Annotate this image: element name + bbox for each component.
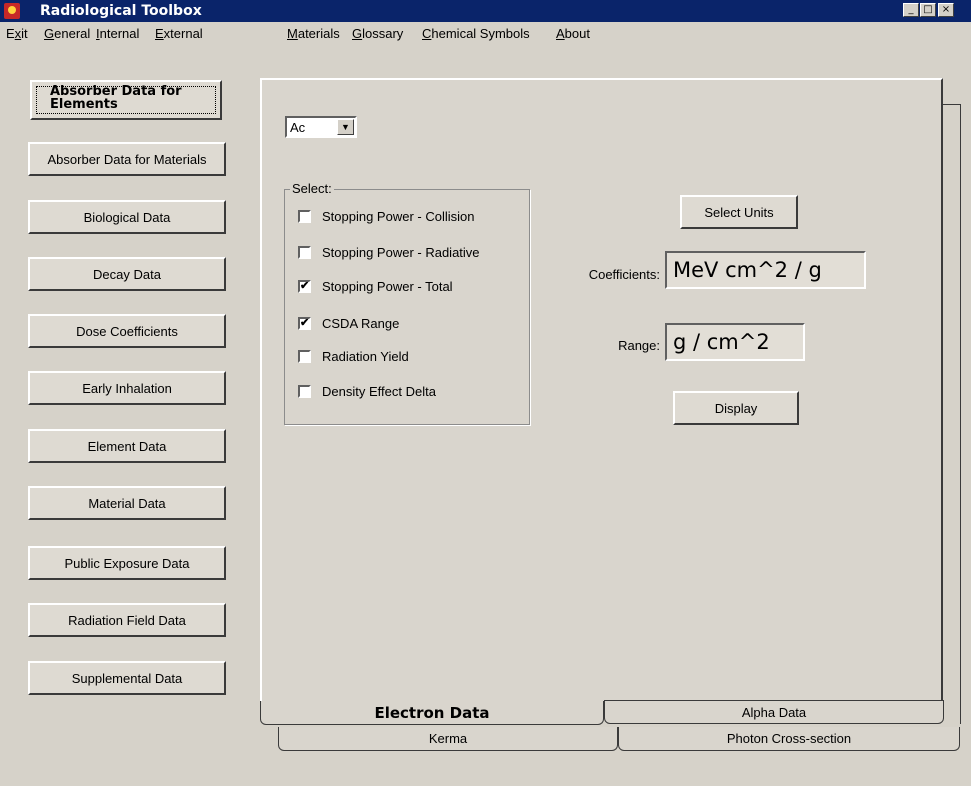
title-bar[interactable]: Radiological Toolbox _ □ × bbox=[0, 0, 971, 22]
sidebar-item-radiation-field-data[interactable]: Radiation Field Data bbox=[28, 603, 226, 637]
option-stopping-power-radiative[interactable]: Stopping Power - Radiative bbox=[298, 242, 480, 262]
option-csda-range[interactable]: ✔ CSDA Range bbox=[298, 313, 399, 333]
maximize-button[interactable]: □ bbox=[920, 3, 936, 17]
menu-about[interactable]: About bbox=[556, 26, 590, 41]
back-tab-page-edge bbox=[943, 104, 961, 724]
menu-internal[interactable]: Internal bbox=[96, 26, 139, 41]
option-stopping-power-collision[interactable]: Stopping Power - Collision bbox=[298, 206, 474, 226]
range-units-field: g / cm^2 bbox=[665, 323, 805, 361]
menu-chemical-symbols[interactable]: Chemical Symbols bbox=[422, 26, 530, 41]
range-label: Range: bbox=[618, 338, 660, 353]
sidebar-item-material-data[interactable]: Material Data bbox=[28, 486, 226, 520]
menu-materials[interactable]: Materials bbox=[287, 26, 340, 41]
sidebar-item-public-exposure-data[interactable]: Public Exposure Data bbox=[28, 546, 226, 580]
element-select[interactable]: Ac ▼ bbox=[285, 116, 357, 138]
menu-bar: Exit General Internal External Materials Glos… bbox=[0, 22, 971, 44]
sidebar-item-absorber-data-for-elements[interactable]: Absorber Data for Elements bbox=[30, 80, 222, 120]
sidebar-item-supplemental-data[interactable]: Supplemental Data bbox=[28, 661, 226, 695]
checkbox-label: Stopping Power - Radiative bbox=[322, 244, 480, 260]
sidebar-item-early-inhalation[interactable]: Early Inhalation bbox=[28, 371, 226, 405]
select-group-label: Select: bbox=[290, 181, 334, 196]
tab-electron-data[interactable]: Electron Data bbox=[260, 701, 604, 725]
tab-alpha-data[interactable]: Alpha Data bbox=[604, 700, 944, 724]
checkbox-stopping-power-radiative[interactable] bbox=[298, 245, 311, 259]
option-density-effect-delta[interactable]: Density Effect Delta bbox=[298, 381, 436, 401]
option-radiation-yield[interactable]: Radiation Yield bbox=[298, 346, 409, 366]
dropdown-arrow-icon[interactable]: ▼ bbox=[337, 119, 354, 135]
minimize-button[interactable]: _ bbox=[903, 3, 919, 17]
menu-glossary[interactable]: Glossary bbox=[352, 26, 403, 41]
checkbox-label: Stopping Power - Collision bbox=[322, 208, 475, 224]
app-window: Radiological Toolbox _ □ × Exit General In… bbox=[0, 0, 971, 786]
sidebar-item-absorber-data-for-materials[interactable]: Absorber Data for Materials bbox=[28, 142, 226, 176]
checkbox-stopping-power-collision[interactable] bbox=[298, 209, 311, 223]
checkbox-label: Density Effect Delta bbox=[322, 383, 436, 399]
select-units-button[interactable]: Select Units bbox=[680, 195, 798, 229]
tab-photon-cross-section[interactable]: Photon Cross-section bbox=[618, 727, 960, 751]
coefficients-label: Coefficients: bbox=[588, 267, 660, 282]
menu-external[interactable]: External bbox=[155, 26, 203, 41]
checkbox-stopping-power-total[interactable]: ✔ bbox=[298, 279, 311, 293]
checkbox-label: Radiation Yield bbox=[322, 348, 409, 364]
checkbox-label: CSDA Range bbox=[322, 315, 400, 331]
sidebar-item-dose-coefficients[interactable]: Dose Coefficients bbox=[28, 314, 226, 348]
close-button[interactable]: × bbox=[938, 3, 954, 17]
coefficients-units-field: MeV cm^2 / g bbox=[665, 251, 866, 289]
app-icon[interactable] bbox=[4, 3, 20, 19]
sidebar-item-biological-data[interactable]: Biological Data bbox=[28, 200, 226, 234]
sidebar-item-label: Absorber Data for Elements bbox=[50, 84, 182, 112]
element-select-value: Ac bbox=[290, 120, 306, 135]
display-button[interactable]: Display bbox=[673, 391, 799, 425]
tab-kerma[interactable]: Kerma bbox=[278, 727, 618, 751]
menu-exit[interactable]: Exit bbox=[6, 26, 28, 41]
menu-general[interactable]: General bbox=[44, 26, 90, 41]
sidebar-item-element-data[interactable]: Element Data bbox=[28, 429, 226, 463]
option-stopping-power-total[interactable]: ✔ Stopping Power - Total bbox=[298, 276, 453, 296]
checkbox-csda-range[interactable]: ✔ bbox=[298, 316, 311, 330]
checkbox-label: Stopping Power - Total bbox=[322, 278, 453, 294]
sidebar-item-decay-data[interactable]: Decay Data bbox=[28, 257, 226, 291]
checkbox-radiation-yield[interactable] bbox=[298, 349, 311, 363]
checkbox-density-effect-delta[interactable] bbox=[298, 384, 311, 398]
window-title: Radiological Toolbox bbox=[40, 3, 202, 19]
